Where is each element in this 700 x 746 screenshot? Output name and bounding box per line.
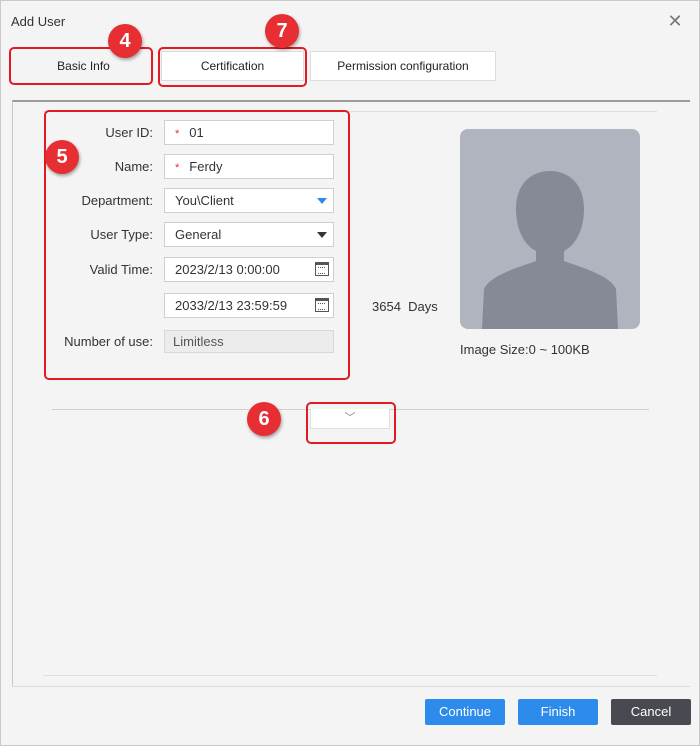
content-border [12, 101, 13, 686]
annotation-badge-7: 7 [265, 14, 299, 48]
finish-button[interactable]: Finish [518, 699, 598, 725]
continue-button[interactable]: Continue [425, 699, 505, 725]
valid-days-text: 3654 Days [372, 299, 438, 314]
annotation-badge-6: 6 [247, 402, 281, 436]
image-size-hint: Image Size:0 ~ 100KB [460, 342, 590, 357]
annotation-box-expand [306, 402, 396, 444]
section-bottom-line [43, 675, 657, 676]
add-user-dialog: Add User ✕ Basic Info Certification Perm… [0, 0, 700, 746]
close-icon[interactable]: ✕ [665, 11, 685, 31]
cancel-button[interactable]: Cancel [611, 699, 691, 725]
annotation-badge-5: 5 [45, 140, 79, 174]
dialog-title: Add User [11, 14, 66, 29]
annotation-box-certification [158, 47, 307, 87]
tab-separator [12, 100, 690, 102]
footer-divider [12, 686, 690, 687]
annotation-badge-4: 4 [108, 24, 142, 58]
tab-permission-configuration[interactable]: Permission configuration [310, 51, 496, 81]
annotation-box-form [44, 110, 350, 380]
user-photo-placeholder[interactable] [460, 129, 640, 329]
avatar-silhouette-icon [482, 171, 618, 329]
